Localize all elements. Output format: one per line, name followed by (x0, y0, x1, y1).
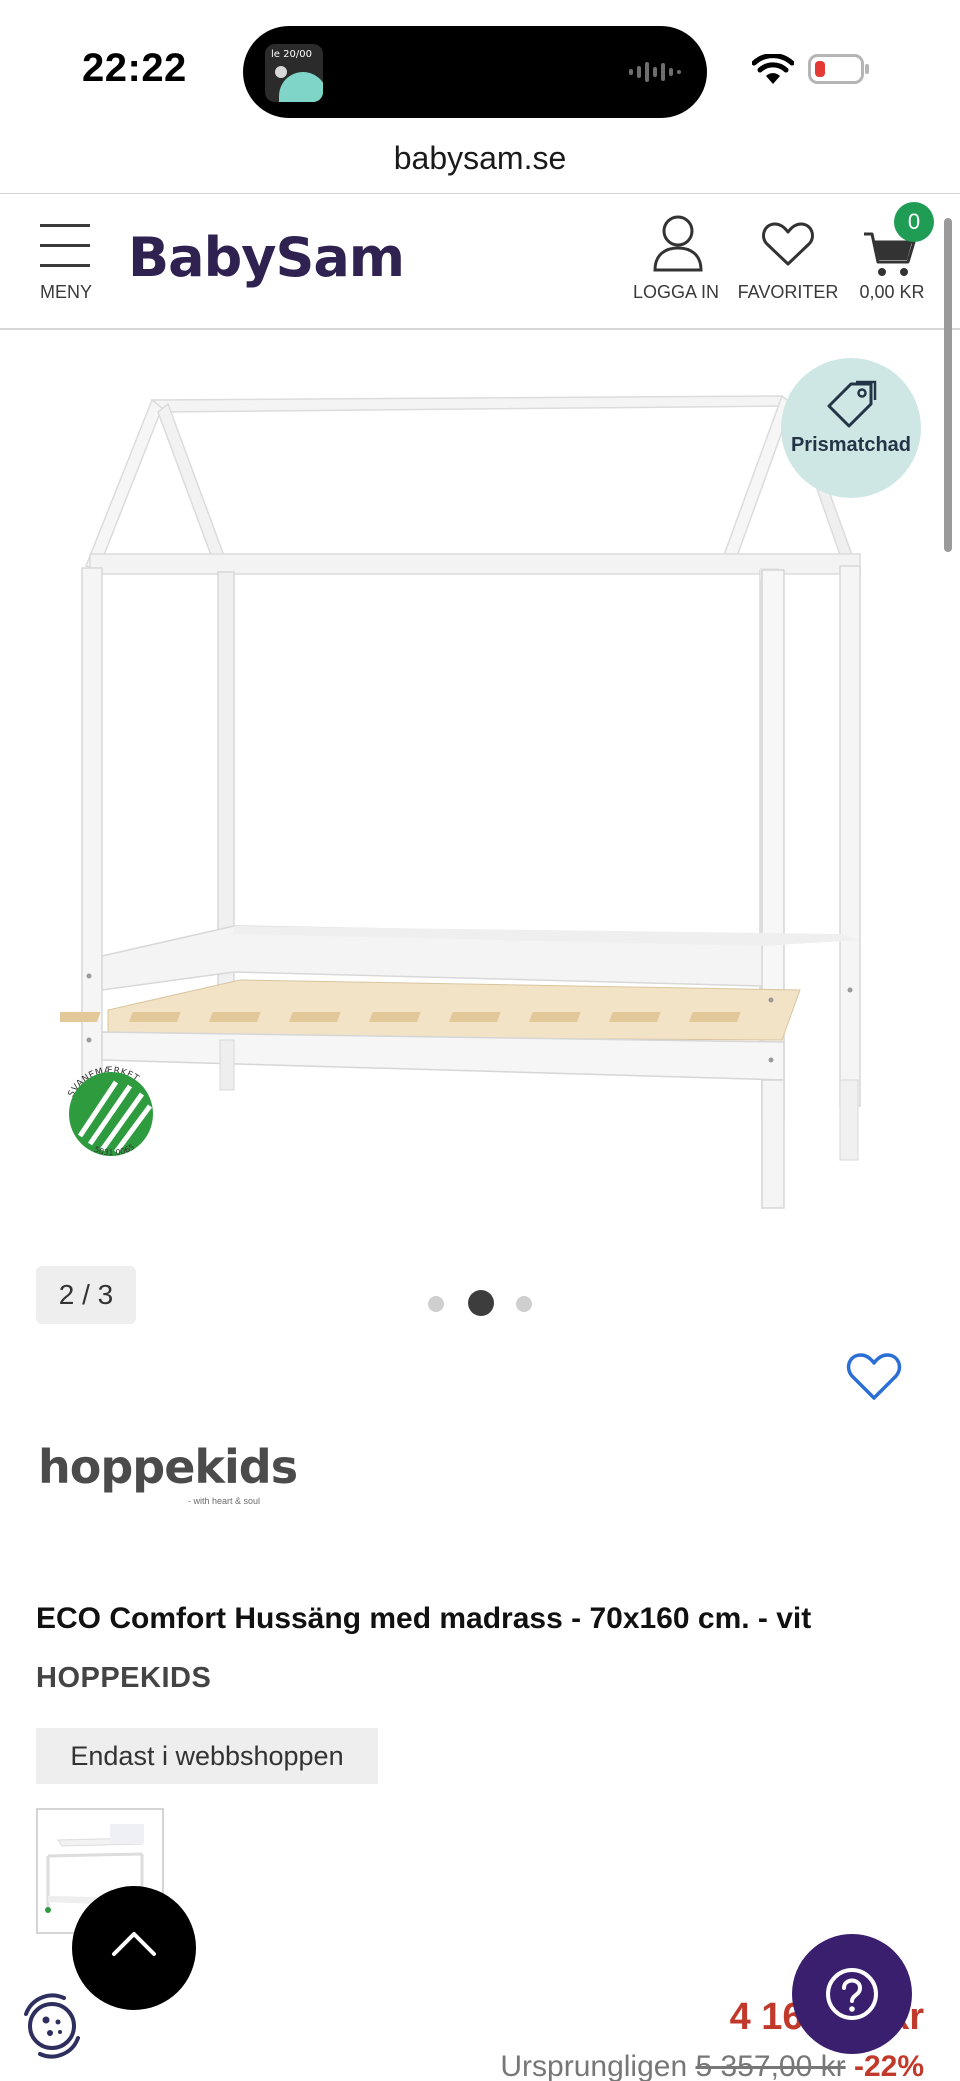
price-match-badge: Prismatchad (781, 358, 921, 498)
image-counter: 2 / 3 (36, 1266, 136, 1324)
now-playing-thumbnail: le 20/00 (265, 44, 323, 102)
page-scrollbar[interactable] (944, 218, 952, 552)
carousel-dot[interactable] (516, 1296, 532, 1312)
now-playing-thumb-text: le 20/00 (271, 49, 312, 60)
battery-low-icon (808, 54, 869, 84)
product-image-house-bed[interactable] (60, 360, 900, 1220)
help-chat-button[interactable] (792, 1934, 912, 2054)
user-icon (653, 215, 703, 272)
login-label: LOGGA IN (632, 282, 720, 302)
audio-wave-icon (629, 62, 681, 82)
price-match-label: Prismatchad (790, 434, 912, 456)
clock: 22:22 (82, 46, 187, 90)
carousel-dot[interactable] (428, 1296, 444, 1312)
babysam-logo[interactable]: BabySam (128, 226, 405, 289)
scroll-to-top-button[interactable] (72, 1886, 196, 2010)
carousel-dot-active[interactable] (468, 1290, 494, 1316)
product-title: ECO Comfort Hussäng med madrass - 70x160… (36, 1602, 812, 1635)
hoppekids-logo-text: hoppekids (38, 1440, 298, 1494)
discount-percent: -22% (853, 2050, 924, 2081)
cart-total: 0,00 KR (859, 282, 925, 302)
login-button[interactable]: LOGGA IN (628, 214, 724, 314)
hoppekids-brand-logo[interactable]: hoppekids - with heart & soul (38, 1440, 298, 1510)
web-shop-only-badge: Endast i webbshoppen (36, 1728, 378, 1784)
wifi-icon (752, 54, 794, 84)
question-mark-icon (826, 1968, 878, 2020)
original-price-line: Ursprungligen 5 357,00 kr -22% (500, 2050, 924, 2081)
status-bar: 22:22 le 20/00 (0, 0, 960, 140)
site-header: MENY BabySam LOGGA IN FAVORITER 0,00 KR (0, 193, 960, 330)
hoppekids-logo-tagline: - with heart & soul (188, 1496, 261, 1506)
heart-icon (762, 222, 814, 266)
carousel-pagination (426, 1288, 536, 1318)
add-to-favorites-heart-icon[interactable] (846, 1352, 902, 1402)
hamburger-icon (40, 224, 90, 227)
price-tag-icon (827, 380, 877, 428)
menu-button[interactable]: MENY (30, 220, 102, 310)
favorites-button[interactable]: FAVORITER (736, 214, 840, 314)
nordic-swan-ecolabel-icon: SVANEMÆRKET 5031 0065 (67, 1066, 153, 1157)
dynamic-island[interactable]: le 20/00 (243, 26, 707, 118)
original-price-prefix: Ursprungligen (500, 2050, 688, 2081)
cookie-settings-icon[interactable] (16, 1990, 88, 2062)
product-brand[interactable]: HOPPEKIDS (36, 1662, 211, 1695)
chevron-up-icon (112, 1932, 156, 1956)
cart-count-badge: 0 (894, 202, 934, 242)
favorites-label: FAVORITER (737, 282, 839, 302)
browser-url-bar[interactable]: babysam.se (0, 140, 960, 192)
original-price: 5 357,00 kr (695, 2050, 846, 2081)
menu-label: MENY (39, 282, 92, 302)
